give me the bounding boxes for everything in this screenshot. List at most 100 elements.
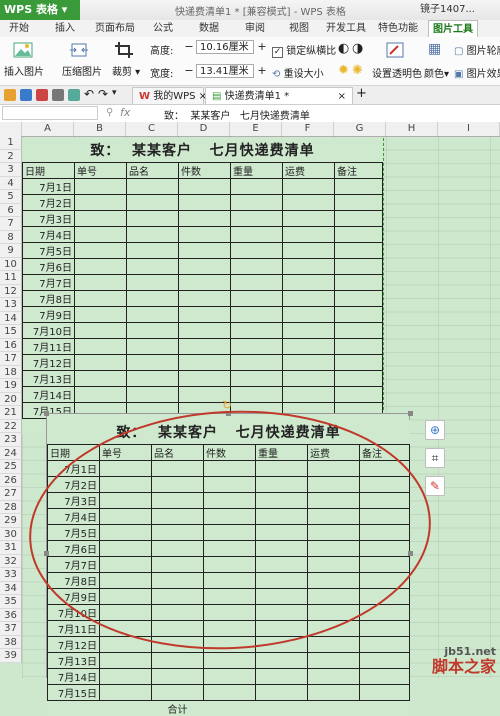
column-header-b[interactable]: B	[74, 122, 126, 136]
data-cell[interactable]	[204, 669, 256, 685]
row-header[interactable]: 31	[0, 541, 22, 555]
data-cell[interactable]	[231, 307, 283, 323]
date-cell[interactable]: 7月10日	[23, 323, 75, 339]
column-heading[interactable]: 件数	[204, 445, 256, 461]
data-cell[interactable]	[75, 387, 127, 403]
more-icon[interactable]: ▾	[112, 88, 117, 98]
column-heading[interactable]: 单号	[75, 163, 127, 179]
column-heading[interactable]: 品名	[127, 163, 179, 179]
row-header[interactable]: 16	[0, 339, 22, 353]
data-cell[interactable]	[360, 493, 410, 509]
date-cell[interactable]: 7月5日	[23, 243, 75, 259]
row-header[interactable]: 9	[0, 244, 22, 258]
row-header[interactable]: 28	[0, 501, 22, 515]
data-cell[interactable]	[75, 307, 127, 323]
row-header[interactable]: 5	[0, 190, 22, 204]
date-cell[interactable]: 7月2日	[48, 477, 100, 493]
column-heading[interactable]: 备注	[335, 163, 383, 179]
data-cell[interactable]	[360, 637, 410, 653]
data-cell[interactable]	[204, 573, 256, 589]
data-cell[interactable]	[335, 275, 383, 291]
name-box[interactable]	[2, 106, 98, 120]
row-header[interactable]: 17	[0, 352, 22, 366]
preview-icon[interactable]	[68, 89, 80, 101]
menu-picture-tools[interactable]: 图片工具	[428, 20, 478, 37]
data-cell[interactable]	[360, 605, 410, 621]
total-row[interactable]: 合计	[48, 701, 410, 716]
date-cell[interactable]: 7月14日	[23, 387, 75, 403]
data-cell[interactable]	[308, 541, 360, 557]
row-header[interactable]: 34	[0, 582, 22, 596]
date-cell[interactable]: 7月11日	[48, 621, 100, 637]
data-cell[interactable]	[127, 243, 179, 259]
data-cell[interactable]	[100, 557, 152, 573]
picture-outline-button[interactable]: ▢ 图片轮廓	[454, 42, 500, 57]
menu-data[interactable]: 数据	[194, 20, 224, 37]
data-cell[interactable]	[152, 669, 204, 685]
data-cell[interactable]	[152, 589, 204, 605]
data-cell[interactable]	[179, 307, 231, 323]
column-heading[interactable]: 日期	[48, 445, 100, 461]
data-cell[interactable]	[335, 259, 383, 275]
undo-icon[interactable]: ↶	[84, 87, 94, 101]
date-cell[interactable]: 7月13日	[48, 653, 100, 669]
save-icon[interactable]	[20, 89, 32, 101]
data-cell[interactable]	[335, 355, 383, 371]
data-cell[interactable]	[231, 195, 283, 211]
data-cell[interactable]	[152, 525, 204, 541]
data-cell[interactable]	[335, 371, 383, 387]
row-header[interactable]: 24	[0, 447, 22, 461]
column-header-d[interactable]: D	[178, 122, 230, 136]
data-cell[interactable]	[204, 685, 256, 701]
row-header[interactable]: 22	[0, 420, 22, 434]
print-icon[interactable]	[52, 89, 64, 101]
date-cell[interactable]: 7月7日	[48, 557, 100, 573]
date-cell[interactable]: 7月13日	[23, 371, 75, 387]
data-cell[interactable]	[308, 557, 360, 573]
row-header[interactable]: 13	[0, 298, 22, 312]
data-cell[interactable]	[231, 243, 283, 259]
row-header[interactable]: 4	[0, 177, 22, 191]
data-cell[interactable]	[179, 211, 231, 227]
data-cell[interactable]	[256, 525, 308, 541]
menu-developer[interactable]: 开发工具	[324, 20, 368, 37]
data-cell[interactable]	[308, 653, 360, 669]
row-header[interactable]: 38	[0, 636, 22, 650]
data-cell[interactable]	[335, 211, 383, 227]
resize-handle[interactable]	[44, 411, 49, 416]
column-header-a[interactable]: A	[22, 122, 74, 136]
height-increase-button[interactable]: +	[256, 40, 268, 53]
column-header-h[interactable]: H	[386, 122, 438, 136]
menu-view[interactable]: 视图	[284, 20, 314, 37]
contrast-icon[interactable]: ◐	[338, 41, 349, 56]
column-heading[interactable]: 备注	[360, 445, 410, 461]
data-cell[interactable]	[256, 477, 308, 493]
data-cell[interactable]	[256, 509, 308, 525]
data-cell[interactable]	[360, 541, 410, 557]
row-header[interactable]: 37	[0, 622, 22, 636]
select-all-corner[interactable]	[0, 122, 22, 136]
data-cell[interactable]	[283, 307, 335, 323]
data-cell[interactable]	[204, 541, 256, 557]
column-heading[interactable]: 运费	[283, 163, 335, 179]
data-cell[interactable]	[100, 605, 152, 621]
contrast-decrease-icon[interactable]: ◑	[352, 41, 363, 56]
column-heading[interactable]: 品名	[152, 445, 204, 461]
set-transparent-button[interactable]	[385, 41, 405, 62]
data-cell[interactable]	[308, 669, 360, 685]
menu-review[interactable]: 审阅	[240, 20, 270, 37]
data-cell[interactable]	[256, 493, 308, 509]
resize-handle[interactable]	[408, 551, 413, 556]
data-cell[interactable]	[283, 355, 335, 371]
data-cell[interactable]	[204, 461, 256, 477]
data-cell[interactable]	[127, 195, 179, 211]
data-cell[interactable]	[152, 477, 204, 493]
data-cell[interactable]	[283, 291, 335, 307]
data-cell[interactable]	[127, 259, 179, 275]
data-cell[interactable]	[308, 573, 360, 589]
reset-size-button[interactable]: ⟲ 重设大小	[272, 65, 324, 80]
data-cell[interactable]	[75, 371, 127, 387]
row-header[interactable]: 2	[0, 150, 22, 164]
data-cell[interactable]	[152, 685, 204, 701]
data-cell[interactable]	[231, 291, 283, 307]
